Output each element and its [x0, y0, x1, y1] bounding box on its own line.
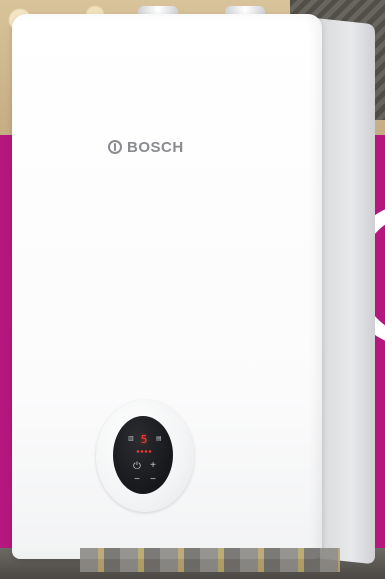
power-icon[interactable]: ⏻: [132, 462, 142, 472]
radiator-icon: ▤: [156, 435, 162, 442]
product-photo: BOSCH ▥ ▤ 5 ⏻ + − −: [0, 0, 385, 579]
minus-icon[interactable]: −: [132, 475, 142, 485]
minus-icon-secondary[interactable]: −: [148, 475, 158, 485]
display-indicator-dots: [136, 450, 152, 453]
tap-icon: ▥: [128, 435, 134, 442]
bosch-armature-icon: [108, 140, 122, 154]
led-display: 5: [140, 433, 148, 446]
brand-name: BOSCH: [127, 138, 184, 156]
boiler-bottom-fittings: [80, 548, 340, 572]
plus-icon[interactable]: +: [148, 461, 158, 471]
control-panel: [113, 416, 173, 494]
bosch-logo: BOSCH: [108, 136, 184, 158]
boiler-side-panel: [315, 18, 375, 565]
